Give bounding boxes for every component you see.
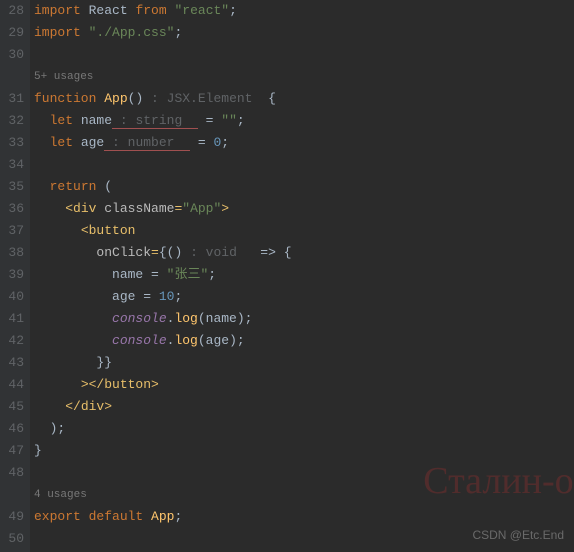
- code-line[interactable]: </div>: [34, 396, 574, 418]
- line-number: 28: [0, 0, 24, 22]
- line-number: 48: [0, 462, 24, 484]
- line-number: 49: [0, 506, 24, 528]
- code-line[interactable]: [34, 44, 574, 66]
- code-line[interactable]: <button: [34, 220, 574, 242]
- line-number-gutter: 28 29 30 31 32 33 34 35 36 37 38 39 40 4…: [0, 0, 30, 552]
- code-line[interactable]: age = 10;: [34, 286, 574, 308]
- line-number: 33: [0, 132, 24, 154]
- usages-hint[interactable]: 5+ usages: [34, 66, 574, 88]
- line-number: 32: [0, 110, 24, 132]
- code-line[interactable]: import React from "react";: [34, 0, 574, 22]
- line-number: 34: [0, 154, 24, 176]
- line-number: 30: [0, 44, 24, 66]
- code-line[interactable]: import "./App.css";: [34, 22, 574, 44]
- code-line[interactable]: return (: [34, 176, 574, 198]
- line-number: 37: [0, 220, 24, 242]
- line-number: 42: [0, 330, 24, 352]
- code-line[interactable]: }: [34, 440, 574, 462]
- code-line[interactable]: ></button>: [34, 374, 574, 396]
- line-number: 41: [0, 308, 24, 330]
- line-number: [0, 66, 24, 88]
- line-number: 36: [0, 198, 24, 220]
- line-number: 47: [0, 440, 24, 462]
- line-number: [0, 484, 24, 506]
- line-number: 44: [0, 374, 24, 396]
- line-number: 43: [0, 352, 24, 374]
- line-number: 40: [0, 286, 24, 308]
- line-number: 46: [0, 418, 24, 440]
- code-line[interactable]: name = "张三";: [34, 264, 574, 286]
- code-line[interactable]: let name : string = "";: [34, 110, 574, 132]
- code-line[interactable]: [34, 154, 574, 176]
- code-line[interactable]: console.log(name);: [34, 308, 574, 330]
- code-line[interactable]: <div className="App">: [34, 198, 574, 220]
- code-editor[interactable]: Сталин-он import React from "react"; imp…: [30, 0, 574, 552]
- line-number: 50: [0, 528, 24, 550]
- line-number: 31: [0, 88, 24, 110]
- code-line[interactable]: }}: [34, 352, 574, 374]
- code-line[interactable]: export default App;: [34, 506, 574, 528]
- code-line[interactable]: );: [34, 418, 574, 440]
- code-line[interactable]: let age : number = 0;: [34, 132, 574, 154]
- usages-hint[interactable]: 4 usages: [34, 484, 574, 506]
- code-line[interactable]: function App() : JSX.Element {: [34, 88, 574, 110]
- line-number: 29: [0, 22, 24, 44]
- line-number: 45: [0, 396, 24, 418]
- code-line[interactable]: [34, 462, 574, 484]
- line-number: 38: [0, 242, 24, 264]
- code-line[interactable]: console.log(age);: [34, 330, 574, 352]
- code-line[interactable]: onClick={() : void => {: [34, 242, 574, 264]
- line-number: 35: [0, 176, 24, 198]
- line-number: 39: [0, 264, 24, 286]
